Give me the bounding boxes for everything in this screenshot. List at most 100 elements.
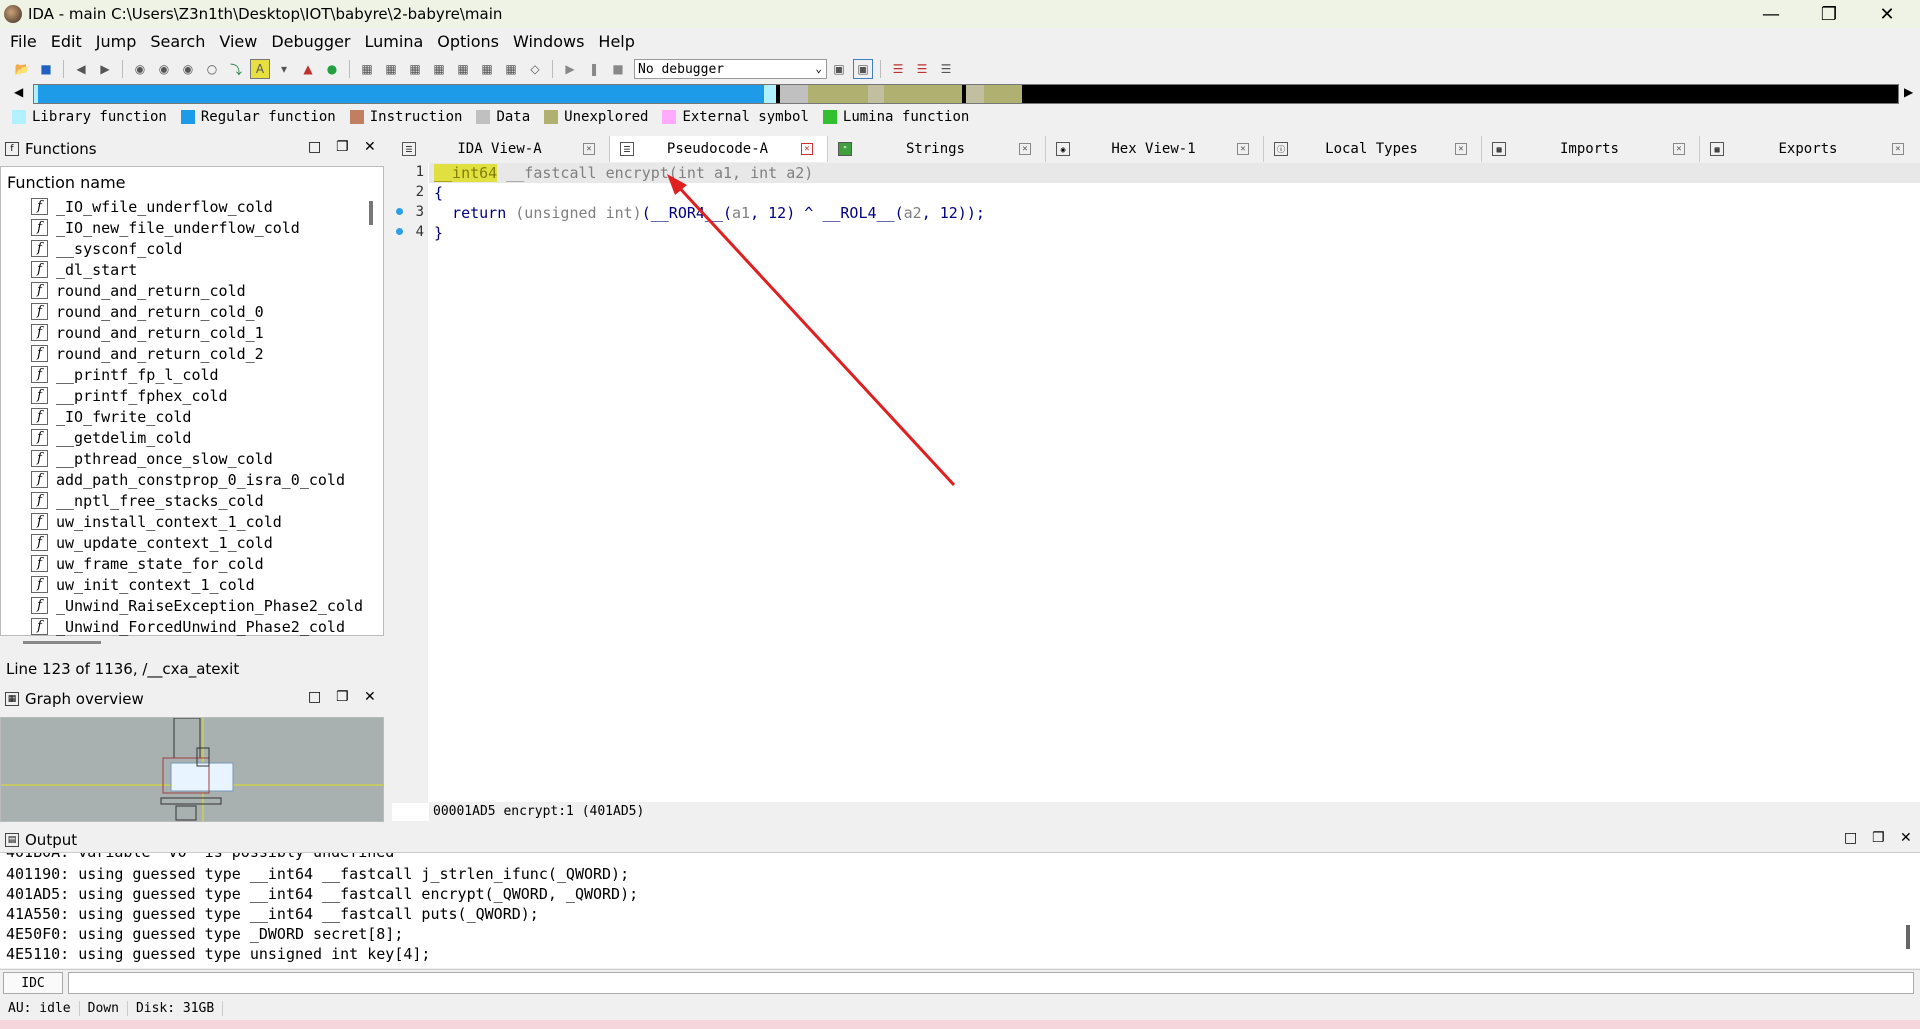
close-icon[interactable]: ✕ (583, 143, 595, 155)
function-item[interactable]: f __printf_fp_l_cold (31, 364, 371, 385)
function-item[interactable]: f uw_init_context_1_cold (31, 574, 371, 595)
list-red-icon[interactable]: ☰ (912, 59, 932, 79)
restore-button[interactable]: ❐ (1800, 0, 1858, 28)
close-icon[interactable]: ✕ (801, 143, 813, 155)
function-item[interactable]: f _IO_new_file_underflow_cold (31, 217, 371, 238)
function-item[interactable]: f round_and_return_cold (31, 280, 371, 301)
function-item[interactable]: f _IO_fwrite_cold (31, 406, 371, 427)
close-icon[interactable]: ✕ (1019, 143, 1031, 155)
graph-mode-icon[interactable]: ▣ (853, 59, 873, 79)
close-icon[interactable]: ✕ (1892, 143, 1904, 155)
pause-icon[interactable]: ❚ (584, 59, 604, 79)
function-item[interactable]: f uw_frame_state_for_cold (31, 553, 371, 574)
function-item[interactable]: f __nptl_free_stacks_cold (31, 490, 371, 511)
output-scrollbar[interactable] (1906, 925, 1910, 949)
nav-right-icon[interactable]: ▶ (1904, 85, 1913, 99)
function-item[interactable]: f _dl_start (31, 259, 371, 280)
data-icon[interactable]: ▦ (381, 59, 401, 79)
string-icon[interactable]: ▦ (405, 59, 425, 79)
code-icon[interactable]: ▦ (357, 59, 377, 79)
tab-strings[interactable]: " Strings ✕ (828, 136, 1046, 162)
functions-vertical-scrollbar[interactable] (369, 201, 373, 225)
tab-imports[interactable]: ▦ Imports ✕ (1482, 136, 1700, 162)
undefine-icon[interactable]: ▦ (453, 59, 473, 79)
menu-options[interactable]: Options (437, 32, 499, 51)
struct-icon[interactable]: ▦ (477, 59, 497, 79)
functions-list[interactable]: Function name f _IO_wfile_underflow_cold … (0, 166, 384, 644)
menu-jump[interactable]: Jump (96, 32, 137, 51)
text-color-icon[interactable]: A (250, 59, 270, 79)
menu-windows[interactable]: Windows (513, 32, 584, 51)
forward-icon[interactable]: ▶ (95, 59, 115, 79)
idc-command-input[interactable] (68, 972, 1914, 994)
pseudocode-editor[interactable]: 1 2 3 4 __int64 __fastcall encrypt(int a… (392, 163, 1920, 821)
maximize-icon[interactable]: □ (308, 689, 321, 705)
tab-hex-view-1[interactable]: ◉ Hex View-1 ✕ (1046, 136, 1264, 162)
tab-pseudocode-a[interactable]: ☰ Pseudocode-A ✕ (610, 136, 828, 162)
graph-overview-canvas[interactable] (0, 717, 384, 822)
save-icon[interactable]: ■ (36, 59, 56, 79)
open-icon[interactable]: 📂 (12, 59, 32, 79)
output-window[interactable]: 401B0A: variable 'v0' is possibly undefi… (0, 852, 1920, 968)
column-header-function-name[interactable]: Function name (7, 173, 126, 192)
dropdown-icon[interactable]: ▾ (274, 59, 294, 79)
close-icon[interactable]: ✕ (1455, 143, 1467, 155)
function-item[interactable]: f __printf_fphex_cold (31, 385, 371, 406)
function-item[interactable]: f round_and_return_cold_1 (31, 322, 371, 343)
function-item[interactable]: f uw_update_context_1_cold (31, 532, 371, 553)
navigation-band[interactable] (33, 84, 1899, 104)
float-icon[interactable]: ❐ (1872, 830, 1885, 846)
maximize-icon[interactable]: □ (1844, 830, 1857, 846)
lumina-icon[interactable]: ● (322, 59, 342, 79)
stop-debug-icon[interactable]: ■ (608, 59, 628, 79)
tab-ida-view-a[interactable]: ☰ IDA View-A ✕ (392, 136, 610, 162)
function-item[interactable]: f add_path_constprop_0_isra_0_cold (31, 469, 371, 490)
menu-debugger[interactable]: Debugger (271, 32, 350, 51)
close-icon[interactable]: ✕ (364, 139, 376, 155)
function-item[interactable]: f _Unwind_ForcedUnwind_Phase2_cold (31, 616, 371, 637)
binary-search-icon[interactable]: ◉ (130, 59, 150, 79)
menu-help[interactable]: Help (598, 32, 634, 51)
array-icon[interactable]: ▦ (429, 59, 449, 79)
hide-icon[interactable]: ◇ (525, 59, 545, 79)
nav-left-icon[interactable]: ◀ (14, 85, 23, 99)
text-search-icon[interactable]: ◉ (154, 59, 174, 79)
function-item[interactable]: f round_and_return_cold_0 (31, 301, 371, 322)
float-icon[interactable]: ❐ (336, 689, 349, 705)
debugger-select[interactable]: No debugger ⌄ (634, 59, 827, 79)
float-icon[interactable]: ❐ (336, 139, 349, 155)
close-icon[interactable]: ✕ (1673, 143, 1685, 155)
immediate-search-icon[interactable]: ◉ (178, 59, 198, 79)
next-search-icon[interactable]: ○ (202, 59, 222, 79)
close-window-button[interactable]: ✕ (1858, 0, 1916, 28)
function-item[interactable]: f round_and_return_cold_2 (31, 343, 371, 364)
list-gray-icon[interactable]: ☰ (936, 59, 956, 79)
menu-edit[interactable]: Edit (51, 32, 82, 51)
tab-exports[interactable]: ▦ Exports ✕ (1700, 136, 1918, 162)
close-icon[interactable]: ✕ (1237, 143, 1249, 155)
functions-horizontal-scrollbar[interactable] (23, 641, 101, 644)
function-item[interactable]: f uw_install_context_1_cold (31, 511, 371, 532)
maximize-icon[interactable]: □ (308, 139, 321, 155)
menu-view[interactable]: View (219, 32, 257, 51)
function-item[interactable]: f __pthread_once_slow_cold (31, 448, 371, 469)
code-area[interactable]: __int64 __fastcall encrypt(int a1, int a… (429, 163, 1920, 803)
enum-icon[interactable]: ▦ (501, 59, 521, 79)
close-icon[interactable]: ✕ (364, 689, 376, 705)
run-icon[interactable]: ▶ (560, 59, 580, 79)
list-icon[interactable]: ☰ (888, 59, 908, 79)
function-item[interactable]: f __getdelim_cold (31, 427, 371, 448)
function-item[interactable]: f _IO_wfile_underflow_cold (31, 196, 371, 217)
idc-button[interactable]: IDC (3, 972, 63, 994)
function-item[interactable]: f __sysconf_cold (31, 238, 371, 259)
tab-local-types[interactable]: ⓘ Local Types ✕ (1264, 136, 1482, 162)
menu-search[interactable]: Search (150, 32, 205, 51)
jump-icon[interactable]: ⤵ (226, 59, 246, 79)
back-icon[interactable]: ◀ (71, 59, 91, 79)
menu-lumina[interactable]: Lumina (365, 32, 424, 51)
minimize-button[interactable]: — (1742, 0, 1800, 28)
function-item[interactable]: f _Unwind_RaiseException_Phase2_cold (31, 595, 371, 616)
stop-icon[interactable]: ▲ (298, 59, 318, 79)
attach-icon[interactable]: ▣ (829, 59, 849, 79)
menu-file[interactable]: File (10, 32, 37, 51)
